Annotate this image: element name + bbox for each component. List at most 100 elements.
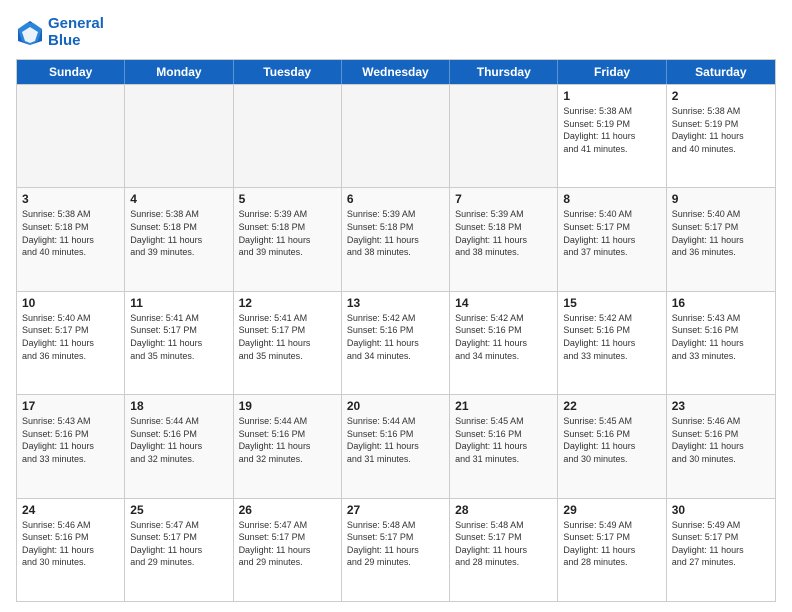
calendar-cell: 16 Sunrise: 5:43 AM Sunset: 5:16 PM Dayli… [667,292,775,394]
cell-info: Sunrise: 5:40 AM Sunset: 5:17 PM Dayligh… [22,312,119,362]
calendar-cell: 12 Sunrise: 5:41 AM Sunset: 5:17 PM Dayli… [234,292,342,394]
day-number: 25 [130,503,227,517]
cell-info: Sunrise: 5:41 AM Sunset: 5:17 PM Dayligh… [130,312,227,362]
calendar-cell: 13 Sunrise: 5:42 AM Sunset: 5:16 PM Dayli… [342,292,450,394]
weekday-header: Wednesday [342,60,450,84]
cell-info: Sunrise: 5:40 AM Sunset: 5:17 PM Dayligh… [672,208,770,258]
calendar-row: 10 Sunrise: 5:40 AM Sunset: 5:17 PM Dayli… [17,291,775,394]
logo-text: General Blue [48,16,104,49]
calendar-row: 1Sunrise: 5:38 AM Sunset: 5:19 PM Daylig… [17,84,775,187]
day-number: 18 [130,399,227,413]
day-number: 5 [239,192,336,206]
calendar-header: SundayMondayTuesdayWednesdayThursdayFrid… [17,60,775,84]
calendar-row: 17Sunrise: 5:43 AM Sunset: 5:16 PM Dayli… [17,394,775,497]
cell-info: Sunrise: 5:48 AM Sunset: 5:17 PM Dayligh… [347,519,444,569]
cell-info: Sunrise: 5:43 AM Sunset: 5:16 PM Dayligh… [22,415,119,465]
day-number: 2 [672,89,770,103]
logo: General Blue [16,16,104,49]
cell-info: Sunrise: 5:42 AM Sunset: 5:16 PM Dayligh… [347,312,444,362]
calendar-cell: 14 Sunrise: 5:42 AM Sunset: 5:16 PM Dayli… [450,292,558,394]
cell-info: Sunrise: 5:38 AM Sunset: 5:18 PM Dayligh… [130,208,227,258]
cell-info: Sunrise: 5:43 AM Sunset: 5:16 PM Dayligh… [672,312,770,362]
cell-info: Sunrise: 5:44 AM Sunset: 5:16 PM Dayligh… [347,415,444,465]
calendar-cell [450,85,558,187]
day-number: 24 [22,503,119,517]
day-number: 28 [455,503,552,517]
calendar-cell: 18 Sunrise: 5:44 AM Sunset: 5:16 PM Dayli… [125,395,233,497]
day-number: 11 [130,296,227,310]
cell-info: Sunrise: 5:42 AM Sunset: 5:16 PM Dayligh… [455,312,552,362]
day-number: 27 [347,503,444,517]
calendar-cell: 9 Sunrise: 5:40 AM Sunset: 5:17 PM Daylig… [667,188,775,290]
day-number: 19 [239,399,336,413]
weekday-header: Friday [558,60,666,84]
day-number: 9 [672,192,770,206]
weekday-header: Thursday [450,60,558,84]
day-number: 21 [455,399,552,413]
day-number: 22 [563,399,660,413]
calendar-cell: 24 Sunrise: 5:46 AM Sunset: 5:16 PM Dayli… [17,499,125,601]
calendar-cell: 21 Sunrise: 5:45 AM Sunset: 5:16 PM Dayli… [450,395,558,497]
cell-info: Sunrise: 5:46 AM Sunset: 5:16 PM Dayligh… [22,519,119,569]
calendar-cell: 6Sunrise: 5:39 AM Sunset: 5:18 PM Daylig… [342,188,450,290]
calendar-cell [342,85,450,187]
page: General Blue SundayMondayTuesdayWednesda… [0,0,792,612]
cell-info: Sunrise: 5:49 AM Sunset: 5:17 PM Dayligh… [672,519,770,569]
calendar-cell [17,85,125,187]
calendar-cell: 22 Sunrise: 5:45 AM Sunset: 5:16 PM Dayli… [558,395,666,497]
calendar-cell [234,85,342,187]
calendar-cell: 2Sunrise: 5:38 AM Sunset: 5:19 PM Daylig… [667,85,775,187]
day-number: 13 [347,296,444,310]
day-number: 20 [347,399,444,413]
day-number: 4 [130,192,227,206]
cell-info: Sunrise: 5:39 AM Sunset: 5:18 PM Dayligh… [239,208,336,258]
calendar-cell: 19 Sunrise: 5:44 AM Sunset: 5:16 PM Dayli… [234,395,342,497]
weekday-header: Saturday [667,60,775,84]
cell-info: Sunrise: 5:42 AM Sunset: 5:16 PM Dayligh… [563,312,660,362]
day-number: 10 [22,296,119,310]
day-number: 8 [563,192,660,206]
header: General Blue [16,16,776,49]
calendar-cell: 25 Sunrise: 5:47 AM Sunset: 5:17 PM Dayli… [125,499,233,601]
calendar-cell: 29Sunrise: 5:49 AM Sunset: 5:17 PM Dayli… [558,499,666,601]
calendar-cell: 4 Sunrise: 5:38 AM Sunset: 5:18 PM Daylig… [125,188,233,290]
cell-info: Sunrise: 5:47 AM Sunset: 5:17 PM Dayligh… [130,519,227,569]
day-number: 23 [672,399,770,413]
calendar-cell: 28 Sunrise: 5:48 AM Sunset: 5:17 PM Dayli… [450,499,558,601]
day-number: 29 [563,503,660,517]
calendar-row: 3 Sunrise: 5:38 AM Sunset: 5:18 PM Daylig… [17,187,775,290]
cell-info: Sunrise: 5:45 AM Sunset: 5:16 PM Dayligh… [563,415,660,465]
cell-info: Sunrise: 5:38 AM Sunset: 5:19 PM Dayligh… [563,105,660,155]
cell-info: Sunrise: 5:45 AM Sunset: 5:16 PM Dayligh… [455,415,552,465]
calendar-cell: 7Sunrise: 5:39 AM Sunset: 5:18 PM Daylig… [450,188,558,290]
calendar-cell: 8 Sunrise: 5:40 AM Sunset: 5:17 PM Daylig… [558,188,666,290]
weekday-header: Monday [125,60,233,84]
calendar-cell: 3Sunrise: 5:38 AM Sunset: 5:18 PM Daylig… [17,188,125,290]
cell-info: Sunrise: 5:41 AM Sunset: 5:17 PM Dayligh… [239,312,336,362]
day-number: 14 [455,296,552,310]
cell-info: Sunrise: 5:40 AM Sunset: 5:17 PM Dayligh… [563,208,660,258]
day-number: 30 [672,503,770,517]
cell-info: Sunrise: 5:48 AM Sunset: 5:17 PM Dayligh… [455,519,552,569]
day-number: 12 [239,296,336,310]
cell-info: Sunrise: 5:39 AM Sunset: 5:18 PM Dayligh… [455,208,552,258]
logo-icon [16,19,44,47]
day-number: 3 [22,192,119,206]
calendar-cell: 27 Sunrise: 5:48 AM Sunset: 5:17 PM Dayli… [342,499,450,601]
day-number: 16 [672,296,770,310]
weekday-header: Tuesday [234,60,342,84]
cell-info: Sunrise: 5:44 AM Sunset: 5:16 PM Dayligh… [130,415,227,465]
cell-info: Sunrise: 5:47 AM Sunset: 5:17 PM Dayligh… [239,519,336,569]
calendar-cell: 23 Sunrise: 5:46 AM Sunset: 5:16 PM Dayli… [667,395,775,497]
calendar: SundayMondayTuesdayWednesdayThursdayFrid… [16,59,776,602]
cell-info: Sunrise: 5:46 AM Sunset: 5:16 PM Dayligh… [672,415,770,465]
weekday-header: Sunday [17,60,125,84]
calendar-cell: 5 Sunrise: 5:39 AM Sunset: 5:18 PM Daylig… [234,188,342,290]
day-number: 26 [239,503,336,517]
calendar-cell: 20 Sunrise: 5:44 AM Sunset: 5:16 PM Dayli… [342,395,450,497]
cell-info: Sunrise: 5:44 AM Sunset: 5:16 PM Dayligh… [239,415,336,465]
calendar-cell: 1Sunrise: 5:38 AM Sunset: 5:19 PM Daylig… [558,85,666,187]
cell-info: Sunrise: 5:39 AM Sunset: 5:18 PM Dayligh… [347,208,444,258]
calendar-cell: 15Sunrise: 5:42 AM Sunset: 5:16 PM Dayli… [558,292,666,394]
calendar-cell: 10 Sunrise: 5:40 AM Sunset: 5:17 PM Dayli… [17,292,125,394]
